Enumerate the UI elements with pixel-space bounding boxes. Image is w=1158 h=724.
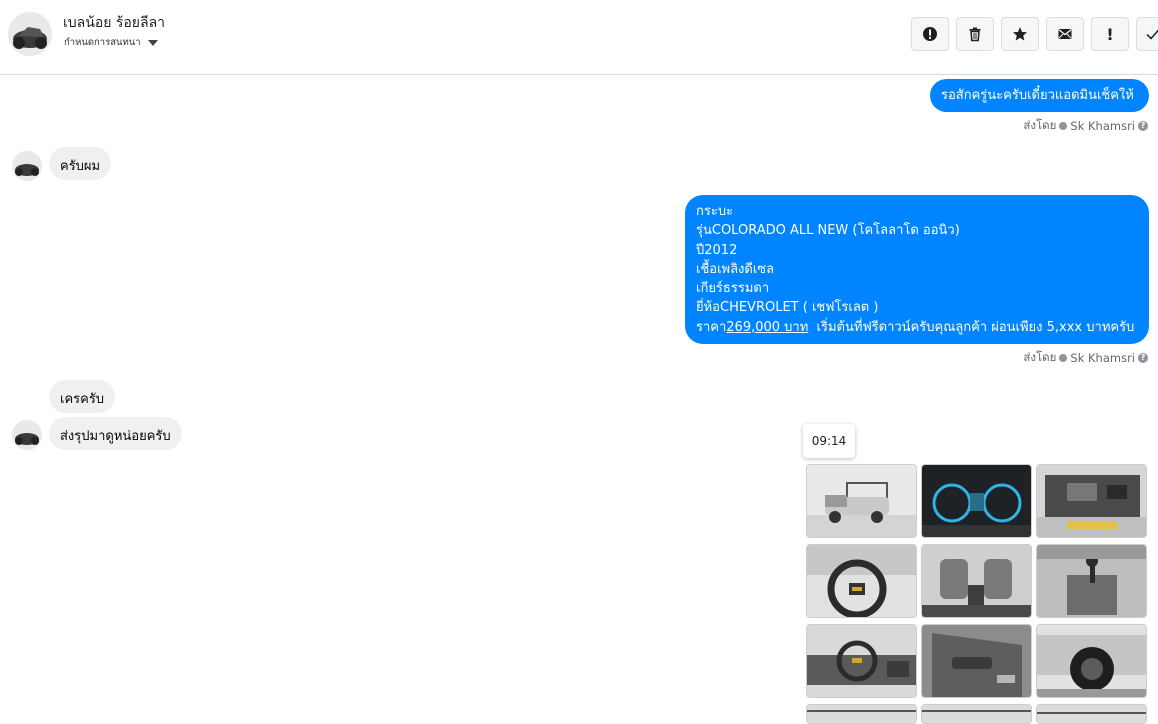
message-text: รอสักครู่นะครับเดี๋ยวแอดมินเช็คให้ bbox=[941, 88, 1134, 103]
sent-by-name[interactable]: Sk Khamsri bbox=[1070, 351, 1135, 365]
contact-name[interactable]: เบลน้อย ร้อยลีลา bbox=[63, 12, 165, 34]
photo-door-panel[interactable] bbox=[921, 624, 1032, 698]
photo-ceiling-2[interactable] bbox=[921, 704, 1032, 724]
photo-engine-bay[interactable] bbox=[1036, 464, 1147, 538]
message-line: รุ่นCOLORADO ALL NEW (โคโลลาโด ออนิว) bbox=[696, 221, 1138, 240]
envelope-icon bbox=[1057, 26, 1073, 42]
photo-wheel-tire[interactable] bbox=[1036, 624, 1147, 698]
help-icon[interactable]: ? bbox=[1138, 121, 1148, 131]
contact-avatar-small[interactable] bbox=[12, 151, 42, 181]
mark-unread-button[interactable] bbox=[1046, 17, 1084, 51]
caret-down-icon bbox=[148, 40, 158, 46]
message-text: ส่งรุปมาดูหน่อยครับ bbox=[60, 429, 171, 444]
contact-avatar[interactable] bbox=[8, 12, 52, 56]
done-button[interactable] bbox=[1136, 17, 1158, 51]
sent-by-prefix: ส่งโดย bbox=[1023, 349, 1056, 367]
important-button[interactable]: ! bbox=[1091, 17, 1129, 51]
star-button[interactable] bbox=[1001, 17, 1039, 51]
trash-icon bbox=[967, 26, 983, 42]
sent-by-info: ส่งโดย Sk Khamsri ? bbox=[1023, 349, 1148, 367]
agent-avatar-icon bbox=[1059, 354, 1067, 362]
price-link[interactable]: 269,000 บาท bbox=[726, 320, 808, 335]
mark-spam-button[interactable] bbox=[911, 17, 949, 51]
price-prefix: ราคา bbox=[696, 320, 726, 335]
action-toolbar: ! bbox=[911, 17, 1158, 51]
photo-seats-front[interactable] bbox=[921, 544, 1032, 618]
help-icon[interactable]: ? bbox=[1138, 353, 1148, 363]
alert-circle-icon bbox=[922, 26, 938, 42]
check-icon bbox=[1145, 26, 1158, 42]
photo-gear-shifter[interactable] bbox=[1036, 544, 1147, 618]
message-line: กระบะ bbox=[696, 202, 1138, 221]
photo-steering-wheel[interactable] bbox=[806, 544, 917, 618]
incoming-message[interactable]: ครับผม bbox=[49, 147, 111, 180]
incoming-message[interactable]: ส่งรุปมาดูหน่อยครับ bbox=[49, 417, 182, 450]
sent-by-name[interactable]: Sk Khamsri bbox=[1070, 119, 1135, 133]
sent-by-prefix: ส่งโดย bbox=[1023, 117, 1056, 135]
conversation-settings-dropdown[interactable]: กำหนดการสนทนา bbox=[64, 35, 158, 50]
message-line: ปี2012 bbox=[696, 241, 1138, 260]
photo-ceiling-1[interactable] bbox=[806, 704, 917, 724]
delete-button[interactable] bbox=[956, 17, 994, 51]
agent-avatar-icon bbox=[1059, 122, 1067, 130]
photo-ceiling-3[interactable] bbox=[1036, 704, 1147, 724]
message-text: ครับผม bbox=[60, 159, 100, 174]
sent-by-info: ส่งโดย Sk Khamsri ? bbox=[1023, 117, 1148, 135]
message-text: เครครับ bbox=[60, 392, 104, 407]
message-line: เกียร์ธรรมดา bbox=[696, 279, 1138, 298]
exclamation-icon: ! bbox=[1106, 25, 1113, 44]
contact-avatar-small[interactable] bbox=[12, 420, 42, 450]
message-line: ยี่ห้อCHEVROLET ( เชฟโรเลต ) bbox=[696, 298, 1138, 317]
photo-truck-exterior[interactable] bbox=[806, 464, 917, 538]
price-line: ราคา269,000 บาท เริ่มต้นที่ฟรีดาวน์ครับค… bbox=[696, 318, 1138, 337]
outgoing-message[interactable]: รอสักครู่นะครับเดี๋ยวแอดมินเช็คให้ bbox=[930, 79, 1149, 112]
star-icon bbox=[1012, 26, 1028, 42]
message-line: เชื้อเพลิงดีเซล bbox=[696, 260, 1138, 279]
incoming-message[interactable]: เครครับ bbox=[49, 380, 115, 413]
conversation-settings-label: กำหนดการสนทนา bbox=[64, 35, 141, 50]
photo-speedometer[interactable] bbox=[921, 464, 1032, 538]
outgoing-message[interactable]: กระบะ รุ่นCOLORADO ALL NEW (โคโลลาโด ออน… bbox=[685, 195, 1149, 344]
conversation-header: เบลน้อย ร้อยลีลา กำหนดการสนทนา ! bbox=[0, 0, 1158, 75]
photo-dashboard[interactable] bbox=[806, 624, 917, 698]
timestamp-tooltip: 09:14 bbox=[803, 424, 855, 458]
price-suffix: เริ่มต้นที่ฟรีดาวน์ครับคุณลูกค้า ผ่อนเพี… bbox=[808, 320, 1134, 335]
